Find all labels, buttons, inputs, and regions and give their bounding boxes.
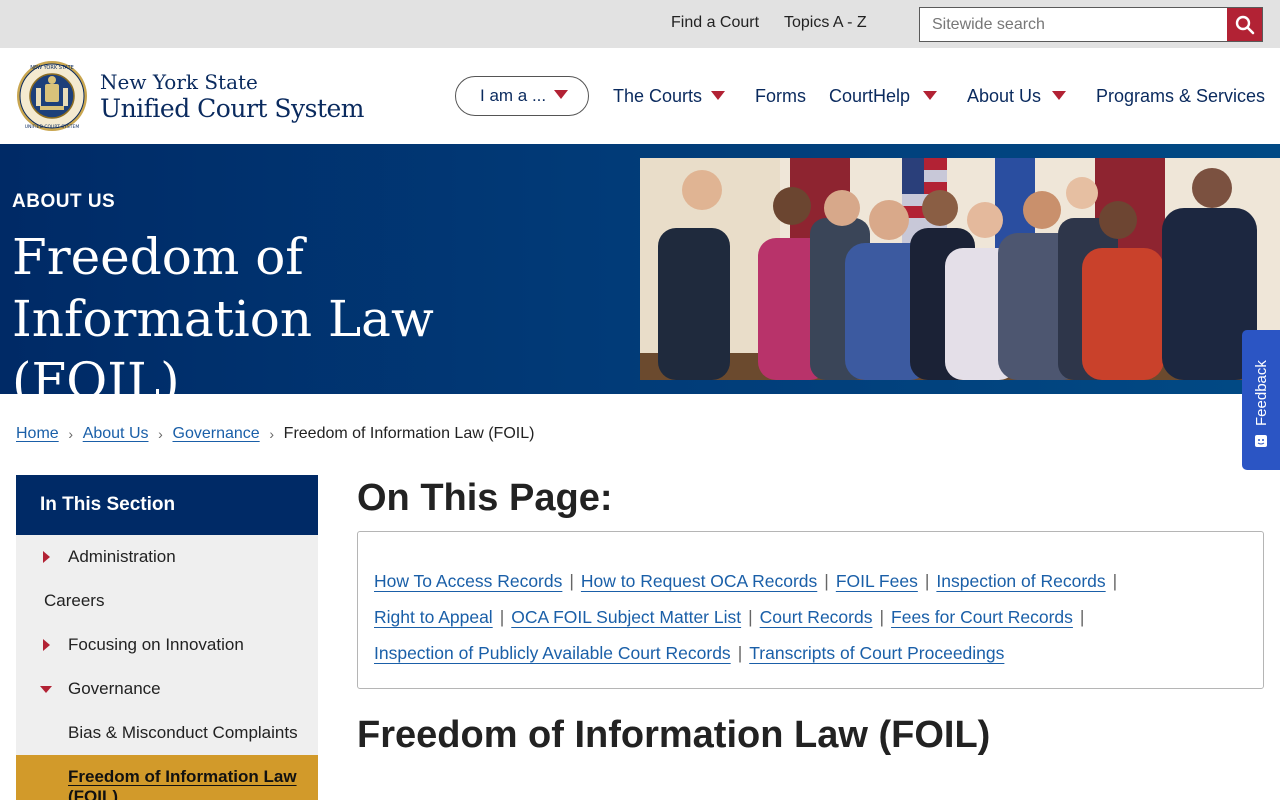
jump-link-inspection-of-records[interactable]: Inspection of Records: [936, 571, 1105, 591]
caret-down-icon[interactable]: [1052, 91, 1066, 100]
separator: |: [879, 607, 885, 627]
jump-link-how-to-request-oca-records[interactable]: How to Request OCA Records: [581, 571, 817, 591]
caret-down-icon[interactable]: [923, 91, 937, 100]
i-am-a-label: I am a ...: [480, 86, 547, 105]
section-sidebar: In This Section Administration Careers F…: [16, 475, 318, 800]
feedback-label: Feedback: [1253, 360, 1270, 426]
utility-bar: Find a Court Topics A - Z: [0, 0, 1280, 48]
foil-section-heading: Freedom of Information Law (FOIL): [357, 714, 991, 756]
nav-the-courts[interactable]: The Courts: [613, 86, 702, 107]
jump-link-oca-foil-subject-matter-list[interactable]: OCA FOIL Subject Matter List: [511, 607, 741, 627]
search-button[interactable]: [1227, 8, 1262, 41]
nav-about-us[interactable]: About Us: [967, 86, 1041, 107]
i-am-a-dropdown[interactable]: I am a ...: [455, 76, 589, 116]
search-icon: [1235, 15, 1254, 34]
separator: |: [924, 571, 930, 591]
site-header: NEW YORK STATE UNIFIED COURT SYSTEM New …: [0, 48, 1280, 144]
sidebar-item-administration[interactable]: Administration: [16, 535, 318, 579]
sidebar-item-label: Focusing on Innovation: [68, 635, 244, 654]
banner-eyebrow: ABOUT US: [12, 191, 116, 212]
nys-seal-logo[interactable]: NEW YORK STATE UNIFIED COURT SYSTEM: [16, 60, 88, 132]
sidebar-header: In This Section: [16, 475, 318, 535]
find-a-court-link[interactable]: Find a Court: [671, 14, 759, 32]
sidebar-item-careers[interactable]: Careers: [16, 579, 318, 623]
sidebar-item-focusing-on-innovation[interactable]: Focusing on Innovation: [16, 623, 318, 667]
logo-line-1[interactable]: New York State: [100, 70, 258, 94]
caret-right-icon[interactable]: [43, 551, 50, 563]
feedback-tab[interactable]: Feedback: [1242, 330, 1280, 470]
jump-link-fees-for-court-records[interactable]: Fees for Court Records: [891, 607, 1073, 627]
otp-line-1: How To Access Records | How to Request OCA…: [374, 571, 1124, 592]
sidebar-item-label: Administration: [68, 547, 176, 566]
breadcrumb-about-us[interactable]: About Us: [83, 425, 149, 443]
breadcrumb-current: Freedom of Information Law (FOIL): [283, 425, 535, 442]
jump-link-transcripts-of-court-proceedings[interactable]: Transcripts of Court Proceedings: [749, 643, 1004, 663]
chevron-right-icon: ›: [68, 426, 74, 442]
otp-line-3: Inspection of Publicly Available Court R…: [374, 643, 1004, 664]
otp-line-2: Right to Appeal | OCA FOIL Subject Matter …: [374, 607, 1091, 628]
caret-right-icon[interactable]: [43, 639, 50, 651]
breadcrumb-governance[interactable]: Governance: [173, 425, 260, 443]
sidebar-item-governance[interactable]: Governance: [16, 667, 318, 711]
topics-a-z-link[interactable]: Topics A - Z: [784, 14, 867, 32]
chevron-right-icon: ›: [158, 426, 163, 442]
caret-down-icon[interactable]: [40, 686, 52, 693]
sidebar-item-label: Bias & Misconduct Complaints: [68, 723, 298, 742]
sidebar-item-foil-active[interactable]: Freedom of Information Law (FOIL): [16, 755, 318, 800]
separator: |: [499, 607, 505, 627]
nav-programs-services[interactable]: Programs & Services: [1096, 86, 1265, 107]
separator: |: [748, 607, 753, 627]
sidebar-item-label: Freedom of Information Law (FOIL): [68, 767, 297, 800]
separator: |: [569, 571, 574, 591]
jump-link-right-to-appeal[interactable]: Right to Appeal: [374, 607, 493, 627]
sidebar-item-label: Careers: [44, 591, 105, 610]
caret-down-icon[interactable]: [711, 91, 725, 100]
jump-link-court-records[interactable]: Court Records: [760, 607, 873, 627]
search-input[interactable]: [920, 8, 1228, 41]
caret-down-icon: [554, 90, 568, 99]
separator: |: [1079, 607, 1085, 627]
breadcrumb: Home › About Us › Governance › Freedom o…: [16, 425, 534, 443]
banner-group-photo: [640, 158, 1280, 380]
svg-text:NEW YORK STATE: NEW YORK STATE: [30, 65, 74, 71]
jump-link-foil-fees[interactable]: FOIL Fees: [836, 571, 918, 591]
separator: |: [1112, 571, 1118, 591]
page-title: Freedom of Information Law (FOIL): [12, 228, 434, 410]
nav-forms[interactable]: Forms: [755, 86, 806, 107]
sidebar-item-bias-misconduct[interactable]: Bias & Misconduct Complaints: [16, 711, 318, 755]
nav-courthelp[interactable]: CourtHelp: [829, 86, 910, 107]
breadcrumb-home[interactable]: Home: [16, 425, 59, 443]
feedback-chat-icon: [1255, 435, 1267, 447]
separator: |: [737, 643, 743, 663]
svg-text:UNIFIED COURT SYSTEM: UNIFIED COURT SYSTEM: [25, 124, 80, 130]
page-banner: ABOUT US Freedom of Information Law (FOI…: [0, 144, 1280, 410]
on-this-page-box: How To Access Records | How to Request OCA…: [357, 531, 1264, 689]
group-photo-image: [640, 158, 1280, 380]
jump-link-how-to-access-records[interactable]: How To Access Records: [374, 571, 562, 591]
separator: |: [824, 571, 829, 591]
sidebar-item-label: Governance: [68, 679, 161, 698]
logo-line-2[interactable]: Unified Court System: [100, 94, 365, 123]
chevron-right-icon: ›: [269, 426, 274, 442]
on-this-page-heading: On This Page:: [357, 477, 613, 519]
jump-link-inspection-of-publicly-available-court-records[interactable]: Inspection of Publicly Available Court R…: [374, 643, 731, 663]
sitewide-search: [919, 7, 1263, 42]
